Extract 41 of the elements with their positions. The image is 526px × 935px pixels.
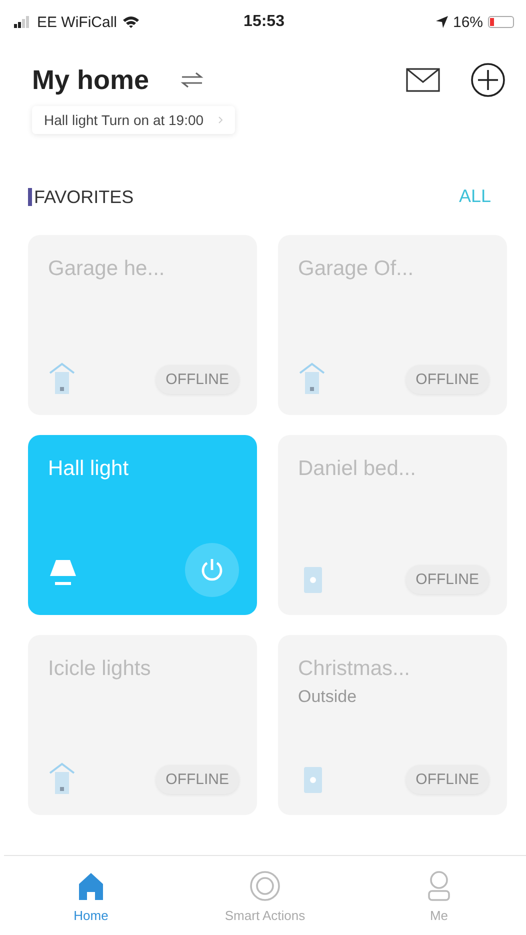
wifi-icon bbox=[122, 15, 140, 29]
device-card[interactable]: Daniel bed... OFFLINE bbox=[278, 435, 507, 615]
offline-badge: OFFLINE bbox=[406, 564, 489, 594]
add-icon bbox=[470, 62, 506, 98]
add-device-button[interactable] bbox=[470, 62, 506, 98]
device-room: Outside bbox=[298, 687, 358, 707]
battery-icon bbox=[488, 16, 514, 28]
swap-arrows-icon bbox=[179, 70, 206, 90]
nav-tab[interactable]: Home bbox=[4, 866, 178, 935]
section-title: FAVORITES bbox=[28, 188, 134, 206]
nav-tab[interactable]: Smart Actions bbox=[178, 866, 352, 935]
messages-button[interactable] bbox=[406, 68, 440, 92]
offline-badge: OFFLINE bbox=[156, 764, 239, 794]
device-name: Icicle lights bbox=[48, 657, 152, 681]
device-name: Garage he... bbox=[48, 257, 166, 281]
clock: 15:53 bbox=[244, 13, 284, 31]
signal-icon bbox=[14, 16, 32, 28]
offline-badge: OFFLINE bbox=[406, 764, 489, 794]
device-card[interactable]: Garage he... OFFLINE bbox=[28, 235, 257, 415]
circle-icon bbox=[249, 870, 281, 902]
device-name: Daniel bed... bbox=[298, 457, 417, 481]
nav-tab[interactable]: Me bbox=[352, 866, 526, 935]
offline-badge: OFFLINE bbox=[156, 364, 239, 394]
device-card[interactable]: Christmas... Outside OFFLINE bbox=[278, 635, 507, 815]
device-card[interactable]: Garage Of... OFFLINE bbox=[278, 235, 507, 415]
chevron-icon bbox=[218, 116, 223, 124]
location-arrow-icon bbox=[436, 16, 448, 28]
mail-icon bbox=[406, 68, 440, 92]
device-name: Garage Of... bbox=[298, 257, 415, 281]
carrier-name: EE WiFiCall bbox=[37, 14, 118, 30]
battery-percent: 16% bbox=[452, 14, 484, 30]
device-card[interactable]: Icicle lights OFFLINE bbox=[28, 635, 257, 815]
schedule-notice[interactable]: Hall light Turn on at 19:00 bbox=[32, 106, 235, 134]
home-title: My home bbox=[32, 64, 150, 96]
switch-home-button[interactable] bbox=[179, 70, 206, 90]
device-name: Hall light bbox=[48, 457, 130, 481]
power-icon bbox=[199, 557, 225, 583]
offline-badge: OFFLINE bbox=[406, 364, 489, 394]
device-card[interactable]: Hall light bbox=[28, 435, 257, 615]
all-link[interactable]: ALL bbox=[458, 186, 507, 207]
device-name: Christmas... bbox=[298, 657, 412, 681]
